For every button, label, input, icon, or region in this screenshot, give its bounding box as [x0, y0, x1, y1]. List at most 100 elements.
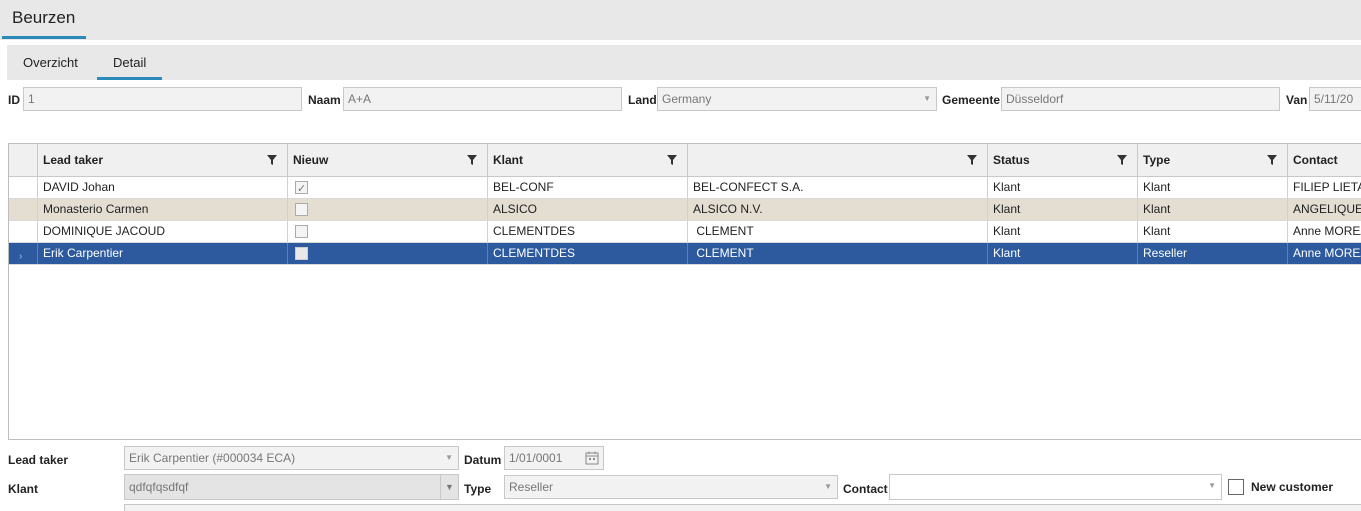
cell-type: Klant [1138, 199, 1288, 220]
chevron-down-icon: ▼ [1208, 481, 1216, 490]
row-indicator [9, 199, 38, 220]
column-header-label: Lead taker [43, 153, 104, 167]
app-header: Beurzen [0, 0, 1361, 40]
funnel-icon[interactable] [1117, 155, 1127, 165]
cell-klant-naam: ALSICO N.V. [688, 199, 988, 220]
column-header-type[interactable]: Type [1138, 144, 1288, 176]
id-field[interactable]: 1 [23, 87, 302, 111]
chevron-down-icon[interactable]: ▼ [440, 475, 458, 499]
cell-status: Klant [988, 177, 1138, 198]
klant-label: Klant [8, 482, 38, 496]
naam-field[interactable]: A+A [343, 87, 622, 111]
cell-lead-taker: Erik Carpentier [38, 243, 288, 264]
calendar-icon[interactable] [585, 451, 599, 465]
cell-type: Klant [1138, 221, 1288, 242]
remarks-field[interactable] [124, 504, 1361, 511]
cell-status: Klant [988, 243, 1138, 264]
cell-nieuw [288, 199, 488, 220]
table-row-selected[interactable]: › Erik Carpentier CLEMENTDES CLEMENT Kla… [9, 243, 1361, 265]
funnel-icon[interactable] [667, 155, 677, 165]
table-row[interactable]: Monasterio Carmen ALSICO ALSICO N.V. Kla… [9, 199, 1361, 221]
contact-select[interactable]: ▼ [889, 474, 1222, 500]
datum-value: 1/01/0001 [509, 451, 563, 465]
naam-label: Naam [308, 93, 341, 107]
cell-klant-naam: CLEMENT [688, 243, 988, 264]
lead-taker-label: Lead taker [8, 453, 69, 467]
funnel-icon[interactable] [967, 155, 977, 165]
id-label: ID [8, 93, 20, 107]
land-label: Land [628, 93, 657, 107]
nieuw-checkbox[interactable] [295, 247, 308, 260]
datum-label: Datum [464, 453, 502, 467]
gemeente-label: Gemeente [942, 93, 1001, 107]
type-value: Reseller [509, 480, 554, 494]
cell-klant-naam: CLEMENT [688, 221, 988, 242]
new-customer-checkbox[interactable] [1228, 479, 1244, 495]
chevron-right-icon: › [19, 251, 23, 262]
column-header-label: Nieuw [293, 153, 329, 167]
column-header-label: Klant [493, 153, 523, 167]
cell-nieuw [288, 221, 488, 242]
nieuw-checkbox[interactable] [295, 203, 308, 216]
grid-header: Lead taker Nieuw Klant Status Type Conta… [9, 144, 1361, 177]
cell-type: Reseller [1138, 243, 1288, 264]
land-select[interactable]: Germany ▼ [657, 87, 937, 111]
lead-taker-select[interactable]: Erik Carpentier (#000034 ECA) ▼ [124, 446, 459, 470]
type-label: Type [464, 482, 492, 496]
tab-detail[interactable]: Detail [97, 45, 163, 80]
cell-lead-taker: Monasterio Carmen [38, 199, 288, 220]
active-title-indicator [2, 36, 86, 39]
row-indicator: › [9, 243, 38, 264]
klant-value: qdfqfqsdfqf [129, 480, 189, 494]
funnel-icon[interactable] [267, 155, 277, 165]
tab-bar: Overzicht Detail [7, 45, 1361, 80]
table-row[interactable]: DOMINIQUE JACOUD CLEMENTDES CLEMENT Klan… [9, 221, 1361, 243]
type-select[interactable]: Reseller ▼ [504, 475, 838, 499]
cell-status: Klant [988, 199, 1138, 220]
new-customer-label: New customer [1251, 480, 1334, 494]
cell-lead-taker: DOMINIQUE JACOUD [38, 221, 288, 242]
cell-nieuw [288, 177, 488, 198]
cell-lead-taker: DAVID Johan [38, 177, 288, 198]
cell-contact: FILIEP LIETAERT [1293, 180, 1361, 194]
funnel-icon[interactable] [467, 155, 477, 165]
cell-klant: CLEMENTDES [488, 221, 688, 242]
chevron-down-icon: ▼ [923, 94, 931, 103]
van-label: Van [1286, 93, 1308, 107]
chevron-down-icon: ▼ [445, 453, 453, 462]
cell-type: Klant [1138, 177, 1288, 198]
funnel-icon[interactable] [1267, 155, 1277, 165]
row-indicator-header [9, 144, 38, 176]
column-header-lead-taker[interactable]: Lead taker [38, 144, 288, 176]
cell-contact: Anne MOREAU [1293, 224, 1361, 238]
beurzen-grid: Lead taker Nieuw Klant Status Type Conta… [8, 143, 1361, 440]
van-date-field[interactable]: 5/11/20 [1309, 87, 1361, 111]
column-header-label: Status [993, 153, 1030, 167]
cell-klant: BEL-CONF [488, 177, 688, 198]
column-header-nieuw[interactable]: Nieuw [288, 144, 488, 176]
nieuw-checkbox[interactable] [295, 179, 308, 198]
chevron-down-icon: ▼ [824, 482, 832, 491]
table-row[interactable]: DAVID Johan BEL-CONF BEL-CONFECT S.A. Kl… [9, 177, 1361, 199]
cell-klant-naam: BEL-CONFECT S.A. [688, 177, 988, 198]
datum-date-field[interactable]: 1/01/0001 [504, 446, 604, 470]
nieuw-checkbox[interactable] [295, 225, 308, 238]
app-title[interactable]: Beurzen [12, 8, 75, 28]
cell-klant: ALSICO [488, 199, 688, 220]
column-header-klant-naam[interactable] [688, 144, 988, 176]
cell-klant: CLEMENTDES [488, 243, 688, 264]
column-header-contact[interactable]: Contact [1288, 144, 1361, 176]
cell-nieuw [288, 243, 488, 264]
cell-contact: Anne MOREAU [1293, 246, 1361, 260]
row-indicator [9, 177, 38, 198]
column-header-klant[interactable]: Klant [488, 144, 688, 176]
column-header-status[interactable]: Status [988, 144, 1138, 176]
cell-contact: ANGELIQUE V [1293, 202, 1361, 216]
klant-select[interactable]: qdfqfqsdfqf ▼ [124, 474, 459, 500]
tab-overzicht[interactable]: Overzicht [7, 45, 94, 80]
row-indicator [9, 221, 38, 242]
contact-label: Contact [843, 482, 888, 496]
lead-taker-value: Erik Carpentier (#000034 ECA) [129, 451, 296, 465]
cell-status: Klant [988, 221, 1138, 242]
gemeente-field[interactable]: Düsseldorf [1001, 87, 1280, 111]
